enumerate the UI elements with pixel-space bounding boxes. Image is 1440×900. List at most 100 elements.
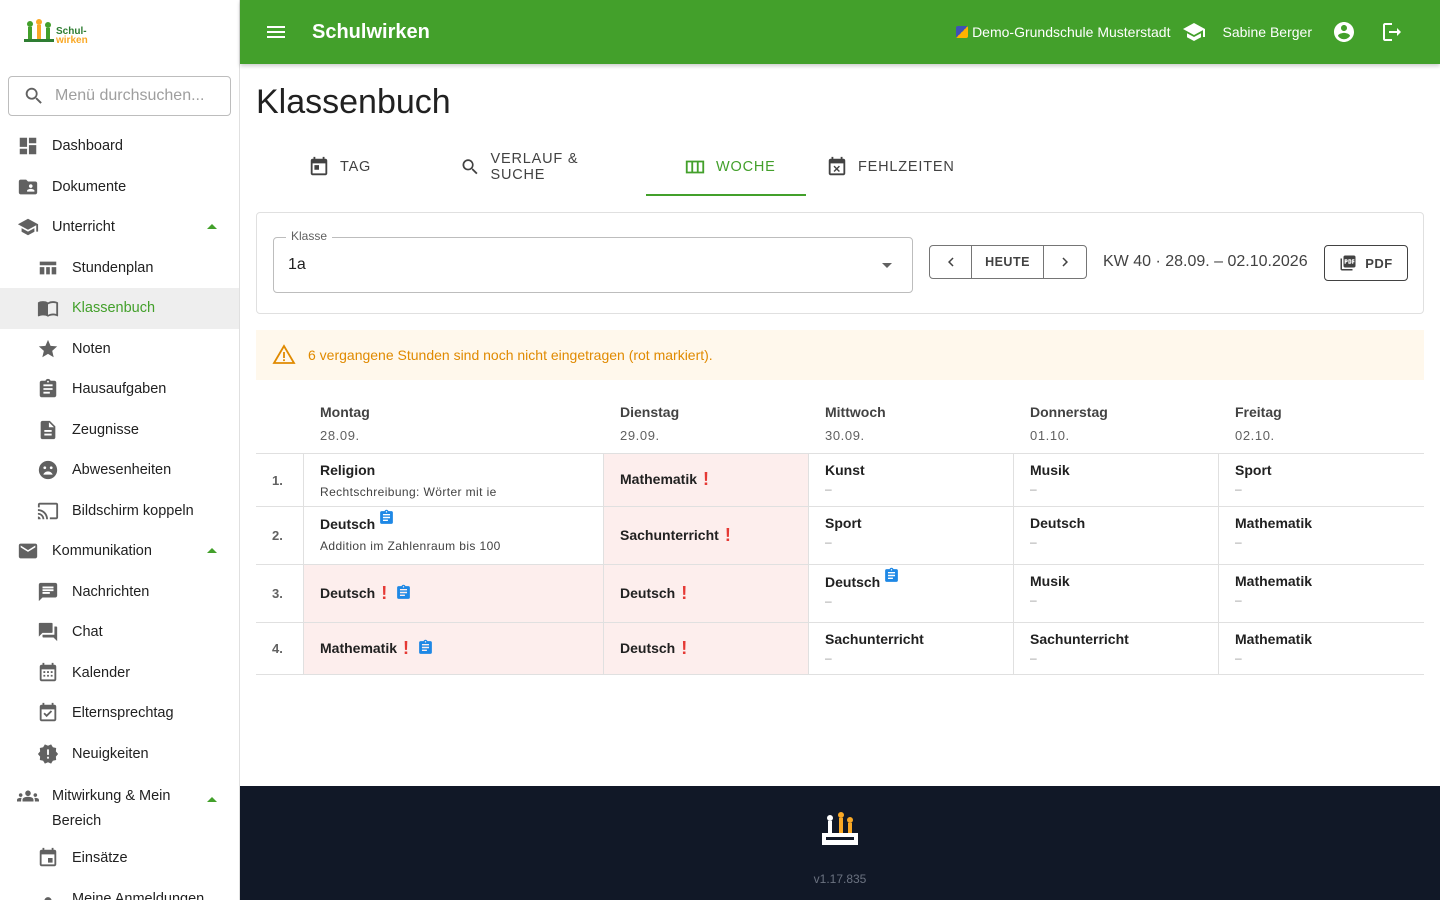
assignment-icon <box>36 377 60 401</box>
sidebar-item-abwesenheiten[interactable]: Abwesenheiten <box>0 450 239 491</box>
sidebar-item-klassenbuch[interactable]: Klassenbuch <box>0 288 239 329</box>
lesson-cell[interactable]: Musik – <box>1014 565 1219 622</box>
homework-clipboard-icon[interactable] <box>378 509 395 526</box>
logout-icon[interactable] <box>1380 20 1404 44</box>
news-badge-icon <box>36 742 60 766</box>
sidebar-item-stundenplan[interactable]: Stundenplan <box>0 248 239 289</box>
lesson-cell-missing[interactable]: Deutsch! <box>304 565 604 622</box>
sidebar-item-noten[interactable]: Noten <box>0 329 239 370</box>
lesson-subject: Deutsch <box>320 509 395 532</box>
sidebar-item-einsaetze[interactable]: Einsätze <box>0 838 239 879</box>
lesson-cell-missing[interactable]: Mathematik! <box>604 454 809 506</box>
sidebar-item-elternsprechtag[interactable]: Elternsprechtag <box>0 693 239 734</box>
sidebar-item-unterricht[interactable]: Unterricht <box>0 207 239 248</box>
klasse-select[interactable]: Klasse 1a <box>273 229 913 293</box>
sidebar-item-mitwirkung[interactable]: Mitwirkung & Mein Bereich <box>0 774 239 838</box>
subject-label: Sachunterricht <box>825 631 924 647</box>
lesson-cell-missing[interactable]: Sachunterricht! <box>604 507 809 564</box>
collapse-caret-icon[interactable] <box>207 224 217 230</box>
lesson-cell[interactable]: Sachunterricht – <box>809 623 1014 674</box>
lesson-cell[interactable]: Deutsch – <box>1014 507 1219 564</box>
lesson-topic: – <box>825 482 832 496</box>
lesson-topic: – <box>1030 535 1037 549</box>
sidebar-item-kalender[interactable]: Kalender <box>0 653 239 694</box>
period-number: 2. <box>256 507 304 564</box>
sidebar-item-zeugnisse[interactable]: Zeugnisse <box>0 410 239 451</box>
lesson-cell[interactable]: Sport – <box>809 507 1014 564</box>
chevron-right-icon <box>1062 257 1068 267</box>
sidebar-item-bildschirm-koppeln[interactable]: Bildschirm koppeln <box>0 491 239 532</box>
lesson-cell[interactable]: Kunst – <box>809 454 1014 506</box>
day-header-montag: Montag 28.09. <box>304 388 604 453</box>
sidebar-item-meine-anmeldungen[interactable]: Meine Anmeldungen <box>0 879 239 900</box>
today-button[interactable]: HEUTE <box>972 246 1044 278</box>
dropdown-arrow-icon <box>882 263 892 268</box>
sidebar-nav: Dashboard Dokumente Unterricht Stundenpl… <box>0 126 239 900</box>
lesson-row: 3. Deutsch! Deutsch! Deutsch – Musik – Mathemat… <box>256 565 1424 623</box>
school-icon[interactable] <box>1182 20 1206 44</box>
lesson-subject: Deutsch! <box>620 584 687 602</box>
menu-search[interactable] <box>8 76 231 116</box>
lesson-cell[interactable]: Mathematik – <box>1219 507 1424 564</box>
collapse-caret-icon[interactable] <box>207 797 217 802</box>
tab-tag[interactable]: TAG <box>290 138 442 196</box>
chevron-left-icon <box>947 257 954 267</box>
lesson-subject: Kunst <box>825 462 865 478</box>
sidebar-item-neuigkeiten[interactable]: Neuigkeiten <box>0 734 239 775</box>
lesson-subject: Musik <box>1030 462 1070 478</box>
warning-icon <box>272 344 296 364</box>
day-header-donnerstag: Donnerstag 01.10. <box>1014 388 1219 453</box>
homework-clipboard-icon[interactable] <box>417 639 434 656</box>
pdf-export-button[interactable]: PDF <box>1324 245 1408 281</box>
lesson-topic: Addition im Zahlenraum bis 100 <box>320 538 501 553</box>
lesson-cell[interactable]: Deutsch Addition im Zahlenraum bis 100 <box>304 507 604 564</box>
tab-fehlzeiten[interactable]: FEHLZEITEN <box>806 138 976 196</box>
sidebar-item-kommunikation[interactable]: Kommunikation <box>0 531 239 572</box>
subject-label: Deutsch <box>320 515 376 532</box>
lesson-cell-missing[interactable]: Deutsch! <box>604 565 809 622</box>
menu-search-input[interactable] <box>55 87 225 105</box>
account-circle-icon[interactable] <box>1332 20 1356 44</box>
homework-clipboard-icon[interactable] <box>395 584 412 601</box>
homework-clipboard-icon[interactable] <box>883 567 900 584</box>
week-rows: 1. Religion Rechtschreibung: Wörter mit ie… <box>256 454 1424 675</box>
sidebar-item-dokumente[interactable]: Dokumente <box>0 167 239 208</box>
lesson-cell-missing[interactable]: Deutsch! <box>604 623 809 674</box>
period-number: 3. <box>256 565 304 622</box>
lesson-cell[interactable]: Deutsch – <box>809 565 1014 622</box>
lesson-topic: Rechtschreibung: Wörter mit ie <box>320 485 497 499</box>
people-icon <box>16 784 40 808</box>
collapse-caret-icon[interactable] <box>207 548 217 554</box>
day-name: Freitag <box>1235 404 1282 420</box>
subject-label: Deutsch <box>620 584 676 601</box>
menu-icon[interactable] <box>264 20 288 44</box>
lesson-cell[interactable]: Mathematik – <box>1219 623 1424 674</box>
sidebar-item-label: Zeugnisse <box>72 421 139 438</box>
logo-text: Schul- wirken <box>56 27 88 46</box>
search-icon <box>462 159 478 175</box>
lesson-cell[interactable]: Sachunterricht – <box>1014 623 1219 674</box>
lesson-cell[interactable]: Musik – <box>1014 454 1219 506</box>
previous-week-button[interactable] <box>930 246 972 278</box>
app-logo[interactable]: Schul- wirken <box>0 0 239 64</box>
mail-icon <box>16 539 40 563</box>
next-week-button[interactable] <box>1044 246 1086 278</box>
tab-woche[interactable]: WOCHE <box>646 138 806 196</box>
subject-label: Deutsch <box>620 639 676 656</box>
lesson-cell[interactable]: Mathematik – <box>1219 565 1424 622</box>
sidebar-item-nachrichten[interactable]: Nachrichten <box>0 572 239 613</box>
school-selector[interactable]: Demo-Grundschule Musterstadt <box>956 24 1170 40</box>
lesson-topic: – <box>825 535 832 549</box>
lesson-cell[interactable]: Religion Rechtschreibung: Wörter mit ie <box>304 454 604 506</box>
lesson-cell-missing[interactable]: Mathematik! <box>304 623 604 674</box>
lesson-cell[interactable]: Sport – <box>1219 454 1424 506</box>
lesson-topic: – <box>1235 651 1242 665</box>
sidebar-item-chat[interactable]: Chat <box>0 612 239 653</box>
sidebar-item-label: Noten <box>72 340 111 357</box>
user-name[interactable]: Sabine Berger <box>1222 24 1312 40</box>
missing-entry-icon: ! <box>381 582 388 603</box>
tab-verlauf-suche[interactable]: VERLAUF & SUCHE <box>442 138 646 196</box>
sidebar-item-dashboard[interactable]: Dashboard <box>0 126 239 167</box>
sidebar-item-hausaufgaben[interactable]: Hausaufgaben <box>0 369 239 410</box>
alert-text: 6 vergangene Stunden sind noch nicht ein… <box>308 347 713 363</box>
